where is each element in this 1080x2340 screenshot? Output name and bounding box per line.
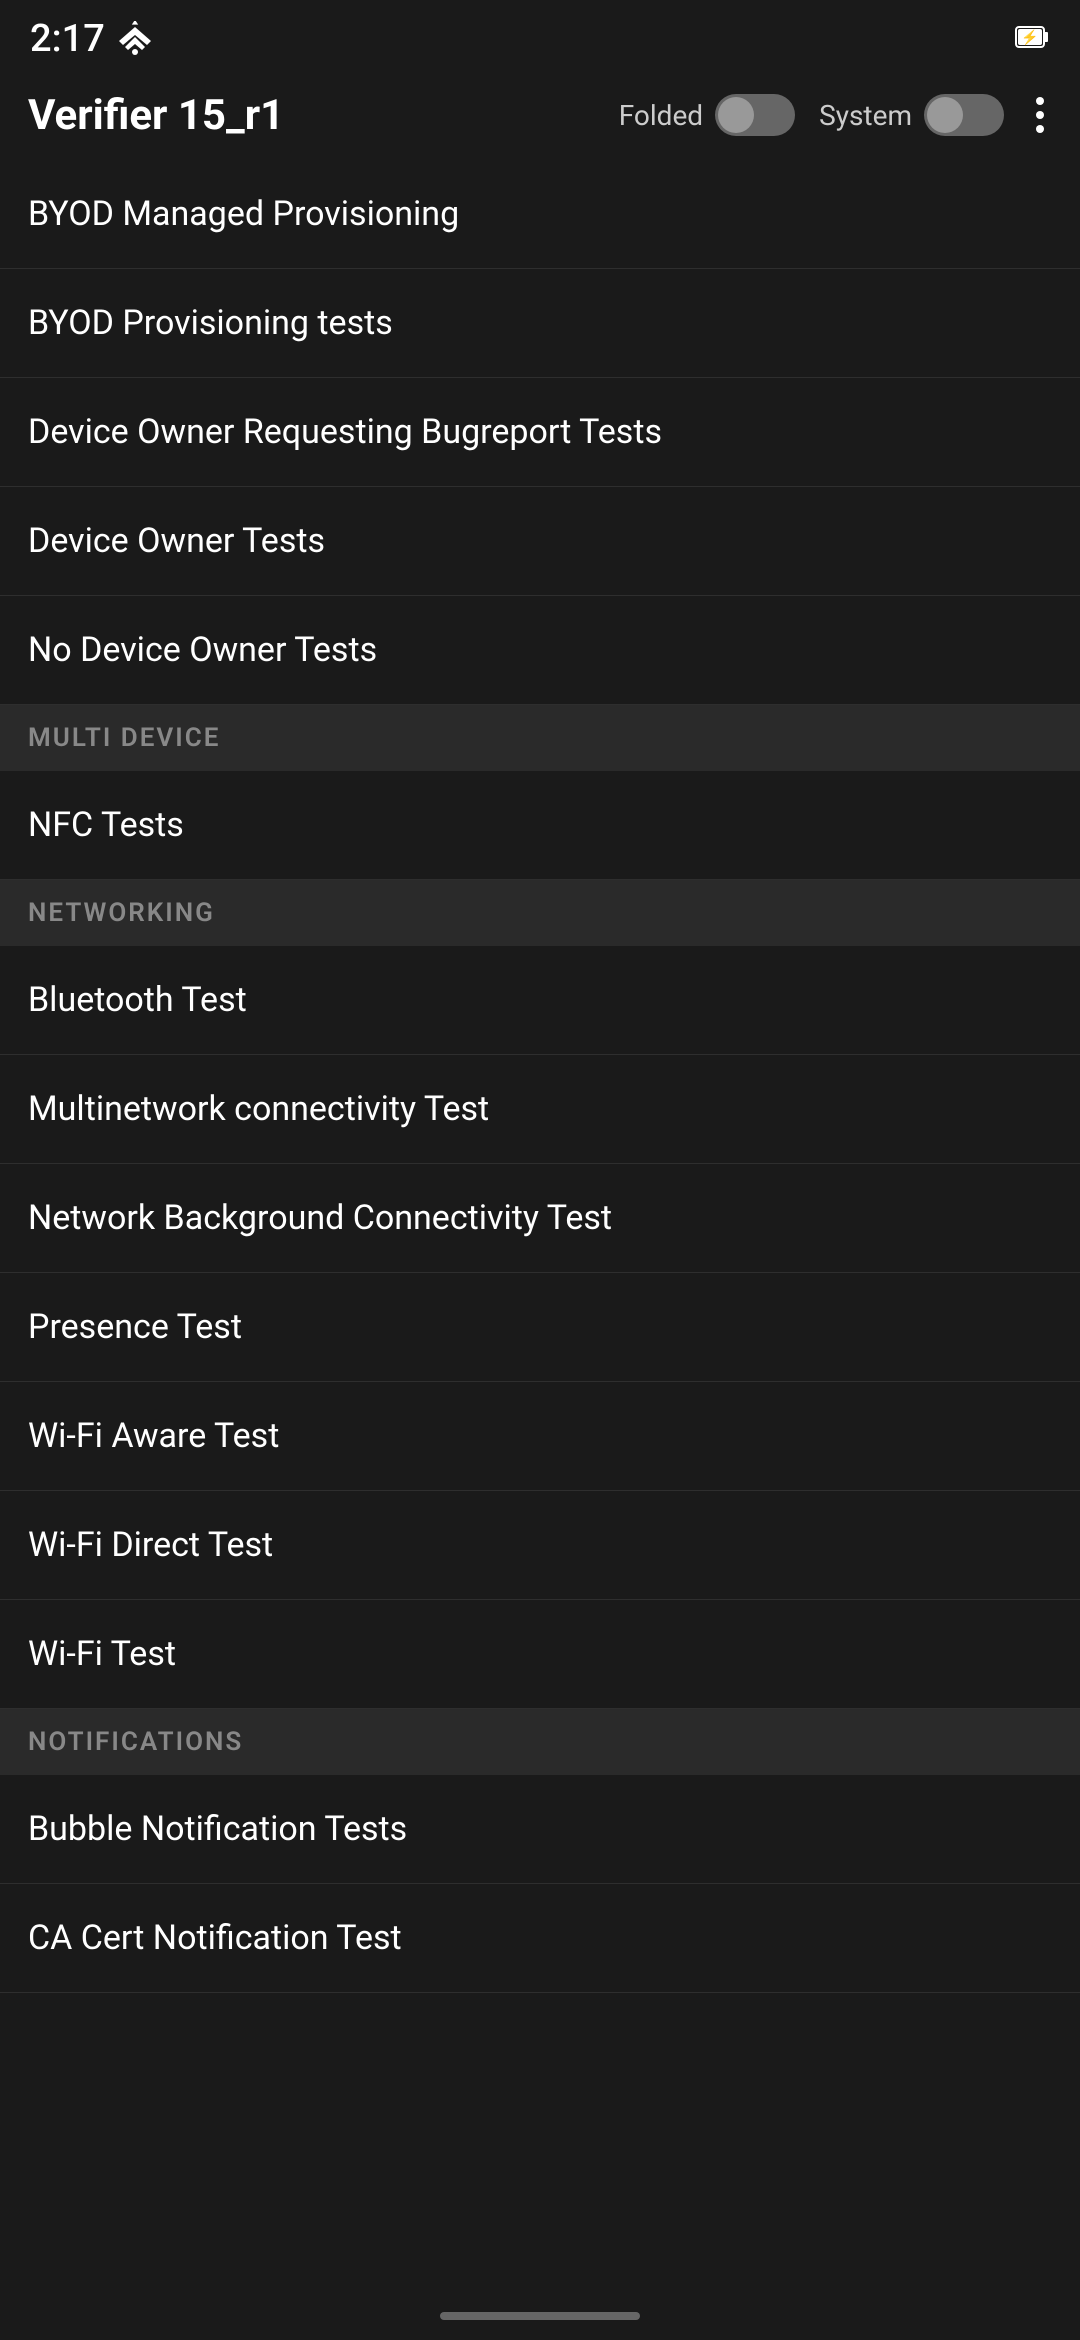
status-time-group: 2:17 [30,17,153,61]
list-item-label: Wi-Fi Direct Test [28,1525,273,1565]
list-item[interactable]: Device Owner Requesting Bugreport Tests [0,378,1080,487]
list-item[interactable]: BYOD Provisioning tests [0,269,1080,378]
folded-toggle-group: Folded [619,94,795,136]
list-item[interactable]: Wi-Fi Direct Test [0,1491,1080,1600]
status-right: ⚡ [1014,19,1050,59]
list-item-label: BYOD Managed Provisioning [28,194,459,234]
list-item[interactable]: Bubble Notification Tests [0,1775,1080,1884]
section-header-notifications: NOTIFICATIONS [0,1709,1080,1775]
section-header-label: NOTIFICATIONS [28,1727,243,1757]
list-item-label: CA Cert Notification Test [28,1918,402,1958]
more-dot-3 [1036,125,1044,133]
list-item[interactable]: Wi-Fi Test [0,1600,1080,1709]
section-header-networking: NETWORKING [0,880,1080,946]
more-options-button[interactable] [1028,89,1052,141]
list-item[interactable]: Multinetwork connectivity Test [0,1055,1080,1164]
list-item-label: No Device Owner Tests [28,630,377,670]
list-item-label: Bubble Notification Tests [28,1809,407,1849]
list-item[interactable]: BYOD Managed Provisioning [0,160,1080,269]
list-item-label: Presence Test [28,1307,242,1347]
list-item[interactable]: NFC Tests [0,771,1080,880]
clock: 2:17 [30,17,105,61]
more-dot-1 [1036,97,1044,105]
status-bar: 2:17 ⚡ [0,0,1080,70]
list-item-presence-test[interactable]: Presence Test [0,1273,1080,1382]
list-item[interactable]: CA Cert Notification Test [0,1884,1080,1993]
list-item[interactable]: Wi-Fi Aware Test [0,1382,1080,1491]
list-item[interactable]: Network Background Connectivity Test [0,1164,1080,1273]
system-toggle[interactable] [924,94,1004,136]
list-item[interactable]: Device Owner Tests [0,487,1080,596]
app-title: Verifier 15_r1 [28,91,284,140]
list-item-label: Wi-Fi Aware Test [28,1416,279,1456]
more-dot-2 [1036,111,1044,119]
home-indicator [440,2312,640,2320]
list-item-label: Network Background Connectivity Test [28,1198,612,1238]
list-item-label: BYOD Provisioning tests [28,303,393,343]
wifi-icon [117,21,153,57]
list-item-label: Bluetooth Test [28,980,247,1020]
list-item-label: Wi-Fi Test [28,1634,176,1674]
app-header: Verifier 15_r1 Folded System [0,70,1080,160]
folded-toggle[interactable] [715,94,795,136]
list-item-label: Multinetwork connectivity Test [28,1089,489,1129]
system-label: System [819,99,912,132]
list-item-bluetooth-test[interactable]: Bluetooth Test [0,946,1080,1055]
list-item[interactable]: No Device Owner Tests [0,596,1080,705]
list-item-label: NFC Tests [28,805,184,845]
svg-text:⚡: ⚡ [1021,29,1038,46]
section-header-label: MULTI DEVICE [28,723,220,753]
system-toggle-group: System [819,94,1004,136]
section-header-multi-device: MULTI DEVICE [0,705,1080,771]
section-header-label: NETWORKING [28,898,215,928]
battery-icon: ⚡ [1014,19,1050,55]
list-item-label: Device Owner Requesting Bugreport Tests [28,412,662,452]
header-controls: Folded System [619,89,1052,141]
list-item-label: Device Owner Tests [28,521,325,561]
folded-label: Folded [619,99,703,132]
